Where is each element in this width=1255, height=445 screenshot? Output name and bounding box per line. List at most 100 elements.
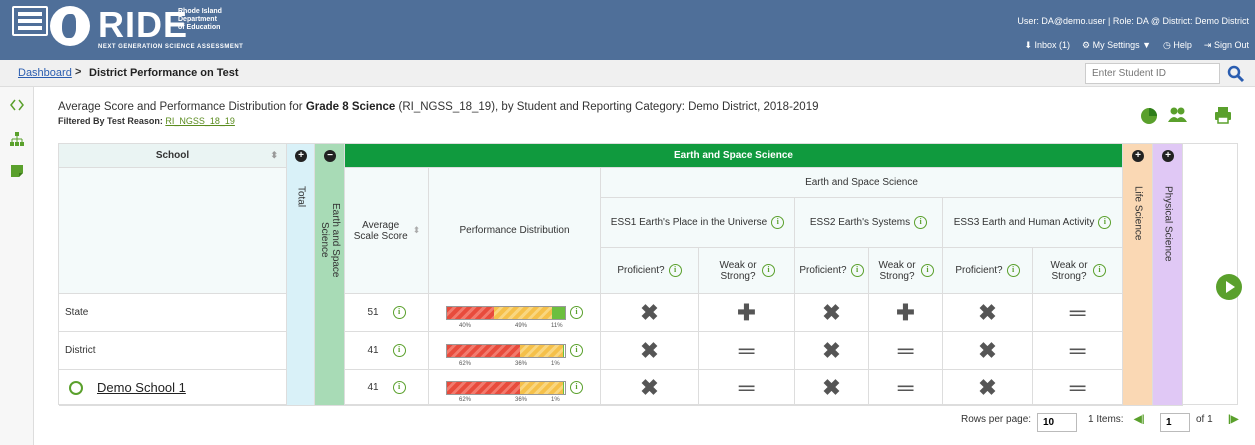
pct-label: 36% bbox=[515, 361, 528, 367]
indicator-cell: ✖ bbox=[795, 332, 869, 370]
expand-life-science-icon[interactable]: + bbox=[1132, 149, 1144, 162]
user-info: User: DA@demo.user | Role: DA @ District… bbox=[1017, 16, 1249, 26]
ess1-proficient-header: Proficient? i bbox=[601, 248, 699, 294]
performance-table: School ⬍ + Total − Earth and Space Scienc… bbox=[58, 143, 1238, 406]
distribution-bar[interactable] bbox=[446, 343, 566, 358]
info-icon[interactable]: i bbox=[570, 306, 583, 319]
next-columns-arrow-icon[interactable] bbox=[1216, 274, 1242, 300]
pct-label: 1% bbox=[551, 361, 560, 367]
info-icon[interactable]: i bbox=[762, 264, 775, 277]
pct-label: 62% bbox=[459, 397, 472, 403]
notes-icon[interactable] bbox=[9, 163, 25, 179]
school-drill-icon[interactable] bbox=[69, 380, 83, 395]
below-segment bbox=[447, 344, 521, 357]
brand-ngsa: NEXT GENERATION SCIENCE ASSESSMENT bbox=[98, 44, 244, 50]
last-page-icon[interactable]: |▶ bbox=[1228, 414, 1239, 425]
ess3-weak-strong-header: Weak or Strong? i bbox=[1033, 248, 1123, 294]
ess-subgroup-header: Earth and Space Science bbox=[601, 168, 1123, 198]
table-row: District bbox=[59, 332, 287, 370]
meeting-segment bbox=[552, 306, 565, 319]
indicator-cell: ═ bbox=[1033, 332, 1123, 370]
row-name[interactable]: Demo School 1 bbox=[97, 380, 186, 395]
info-icon[interactable]: i bbox=[850, 264, 864, 277]
breadcrumb-dashboard-link[interactable]: Dashboard bbox=[18, 67, 72, 79]
page-title: District Performance on Test bbox=[89, 67, 239, 79]
physical-science-header: Physical Science bbox=[1162, 186, 1174, 262]
expand-collapse-icon[interactable] bbox=[9, 97, 25, 113]
total-header: Total bbox=[295, 186, 307, 208]
breadcrumb: Dashboard > District Performance on Test bbox=[0, 60, 1255, 87]
school-column-header[interactable]: School ⬍ bbox=[59, 144, 287, 168]
expand-total-icon[interactable]: + bbox=[295, 149, 307, 162]
ess1-weak-strong-header: Weak or Strong? i bbox=[699, 248, 795, 294]
ess2-info-icon[interactable]: i bbox=[914, 216, 928, 229]
first-page-icon[interactable]: ◀| bbox=[1134, 414, 1145, 425]
indicator-cell: ═ bbox=[869, 332, 943, 370]
table-row: Demo School 1 bbox=[59, 370, 287, 406]
info-icon[interactable]: i bbox=[570, 381, 583, 394]
info-icon[interactable]: i bbox=[392, 344, 406, 357]
pct-label: 62% bbox=[459, 361, 472, 367]
below-segment bbox=[447, 381, 521, 394]
distribution-bar[interactable] bbox=[446, 305, 566, 320]
my-settings-menu[interactable]: ⚙ My Settings ▼ bbox=[1082, 40, 1151, 51]
meeting-segment bbox=[562, 344, 564, 357]
avg-score-cell: 41 i bbox=[345, 370, 429, 406]
info-icon[interactable]: i bbox=[668, 264, 682, 277]
breadcrumb-separator: > bbox=[75, 66, 82, 78]
rows-per-page-input[interactable] bbox=[1037, 413, 1077, 432]
expand-physical-science-icon[interactable]: + bbox=[1162, 149, 1174, 162]
approaching-segment bbox=[520, 344, 563, 357]
search-icon[interactable] bbox=[1226, 64, 1246, 84]
student-id-input[interactable] bbox=[1085, 63, 1220, 84]
sign-out-link[interactable]: ⇥ Sign Out bbox=[1204, 40, 1249, 51]
print-icon[interactable] bbox=[1212, 104, 1234, 126]
filter-value-link[interactable]: RI_NGSS_18_19 bbox=[165, 116, 235, 126]
approaching-segment bbox=[494, 306, 552, 319]
info-icon[interactable]: i bbox=[1006, 264, 1020, 277]
pie-chart-icon[interactable] bbox=[1138, 104, 1160, 126]
ess1-info-icon[interactable]: i bbox=[771, 216, 785, 229]
page-number-input[interactable] bbox=[1160, 413, 1190, 432]
hierarchy-icon[interactable] bbox=[9, 131, 25, 147]
performance-distribution-header: Performance Distribution bbox=[429, 168, 601, 294]
perf-dist-cell: i 62% 36% 1% bbox=[429, 370, 601, 406]
indicator-cell: ═ bbox=[1033, 370, 1123, 406]
ess2-header: ESS2 Earth's Systems i bbox=[795, 198, 943, 248]
pct-label: 11% bbox=[551, 323, 563, 329]
approaching-segment bbox=[520, 381, 563, 394]
indicator-cell: ✖ bbox=[795, 370, 869, 406]
indicator-cell: ═ bbox=[699, 332, 795, 370]
indicator-cell: ✖ bbox=[601, 294, 699, 332]
inbox-link[interactable]: ⬇ Inbox (1) bbox=[1024, 40, 1070, 51]
avg-scale-score-header[interactable]: Average Scale Score ⬍ bbox=[345, 168, 429, 294]
ess1-header: ESS1 Earth's Place in the Universe i bbox=[601, 198, 795, 248]
info-icon[interactable]: i bbox=[392, 306, 406, 319]
students-icon[interactable] bbox=[1166, 104, 1188, 126]
top-banner: RIDE Rhode Island Department of Educatio… bbox=[0, 0, 1255, 60]
brand-subtitle: Rhode Island Department of Education bbox=[178, 8, 222, 31]
info-icon[interactable]: i bbox=[921, 264, 934, 277]
ess3-header: ESS3 Earth and Human Activity i bbox=[943, 198, 1123, 248]
avg-score-cell: 41 i bbox=[345, 332, 429, 370]
below-segment bbox=[447, 306, 495, 319]
perf-dist-cell: i 62% 36% 1% bbox=[429, 332, 601, 370]
ess2-weak-strong-header: Weak or Strong? i bbox=[869, 248, 943, 294]
distribution-bar[interactable] bbox=[446, 380, 566, 395]
table-row: State bbox=[59, 294, 287, 332]
info-icon[interactable]: i bbox=[1093, 264, 1106, 277]
pct-label: 1% bbox=[551, 397, 560, 403]
pct-label: 40% bbox=[459, 323, 472, 329]
help-link[interactable]: ◷ Help bbox=[1163, 40, 1192, 51]
indicator-cell: ═ bbox=[869, 370, 943, 406]
indicator-cell: ═ bbox=[699, 370, 795, 406]
info-icon[interactable]: i bbox=[392, 381, 406, 394]
ride-logo-icon bbox=[12, 6, 48, 36]
pct-label: 36% bbox=[515, 397, 528, 403]
header-menus: ⬇ Inbox (1) ⚙ My Settings ▼ ◷ Help ⇥ Sig… bbox=[1024, 40, 1249, 51]
ess3-info-icon[interactable]: i bbox=[1098, 216, 1112, 229]
ess3-proficient-header: Proficient? i bbox=[943, 248, 1033, 294]
collapse-ess-icon[interactable]: − bbox=[324, 149, 336, 162]
avg-score-cell: 51 i bbox=[345, 294, 429, 332]
info-icon[interactable]: i bbox=[570, 344, 583, 357]
